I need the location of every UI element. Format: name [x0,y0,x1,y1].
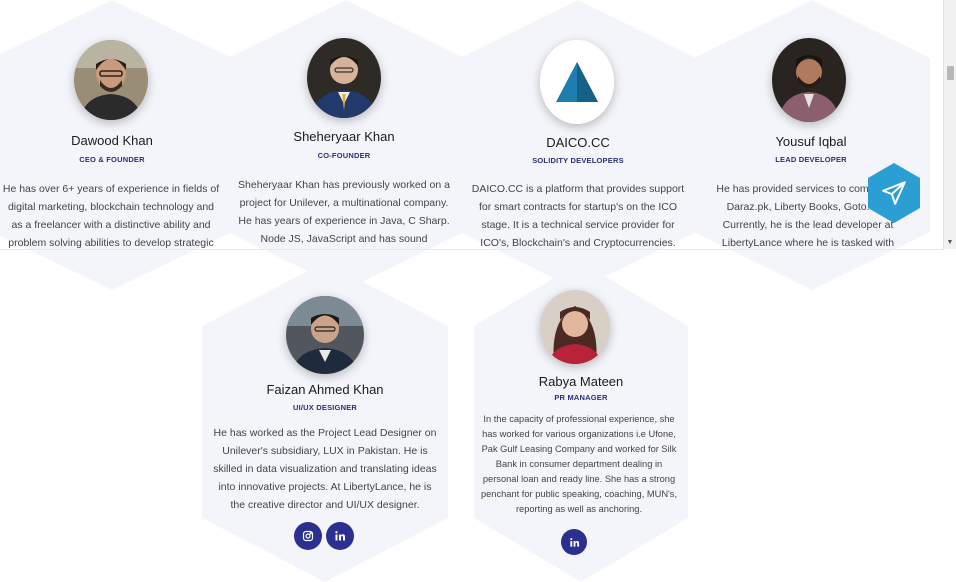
member-bio: Sheheryaar Khan has previously worked on… [238,179,450,245]
avatar [772,38,846,122]
member-bio: DAICO.CC is a platform that provides sup… [471,183,685,249]
member-role: LEAD DEVELOPER [775,155,847,164]
send-icon [882,181,906,205]
member-role: PR MANAGER [554,393,608,402]
member-role: CO-FOUNDER [317,151,371,160]
member-bio: He has worked as the Project Lead Design… [213,427,437,511]
scroll-down-icon[interactable]: ▼ [944,237,956,249]
member-name: Rabya Mateen [538,374,624,389]
scrollbar-thumb[interactable] [947,66,954,80]
daico-logo [540,40,614,124]
linkedin-icon [569,537,579,547]
instagram-icon [302,530,314,542]
team-card-faizan: Faizan Ahmed Khan UI/UX DESIGNER He has … [202,262,448,570]
member-name: Sheheryaar Khan [293,129,395,144]
member-name: Faizan Ahmed Khan [266,382,384,397]
section-divider [0,249,944,250]
member-name: Dawood Khan [71,133,153,148]
avatar [307,38,381,118]
team-card-dawood: Dawood Khan CEO & FOUNDER He has over 6+… [0,0,224,249]
team-card-daico: DAICO.CC SOLIDITY DEVELOPERS DAICO.CC is… [468,0,688,249]
linkedin-button[interactable] [326,522,354,550]
scrollbar[interactable]: ▼ [943,0,956,249]
member-role: UI/UX DESIGNER [292,403,358,412]
team-card-rabya: Rabya Mateen PR MANAGER In the capacity … [474,262,688,570]
instagram-button[interactable] [294,522,322,550]
member-role: SOLIDITY DEVELOPERS [532,156,624,165]
team-card-sheheryaar: Sheheryaar Khan CO-FOUNDER Sheheryaar Kh… [234,0,454,249]
avatar [286,296,364,374]
member-bio: He has over 6+ years of experience in fi… [2,183,220,249]
linkedin-icon [335,531,345,541]
member-role: CEO & FOUNDER [79,155,145,164]
member-bio: In the capacity of professional experien… [480,414,678,514]
member-name: Yousuf Iqbal [775,134,847,149]
avatar [540,290,610,364]
avatar [74,40,148,120]
member-name: DAICO.CC [546,135,610,150]
linkedin-button[interactable] [561,529,587,555]
